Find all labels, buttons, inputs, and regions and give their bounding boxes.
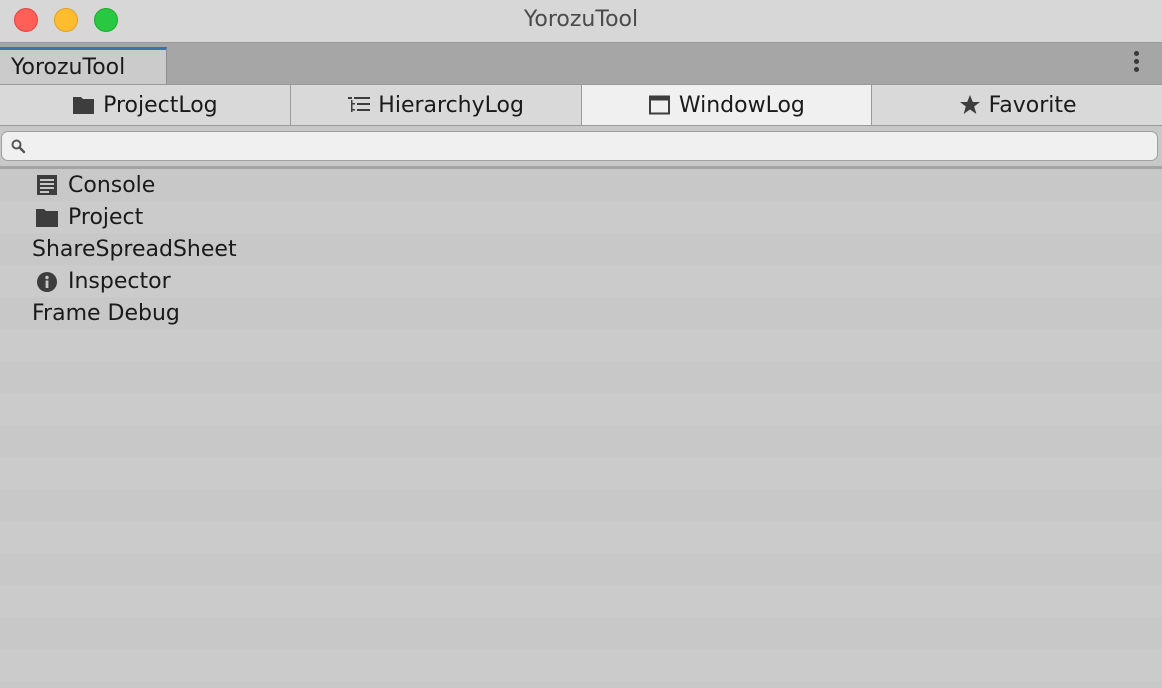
kebab-menu-icon[interactable] — [1134, 51, 1140, 75]
tab-hierarchylog[interactable]: HierarchyLog — [290, 85, 582, 125]
search-row — [0, 126, 1162, 166]
log-tab-bar: ProjectLog HierarchyLog WindowLog Favori… — [0, 84, 1162, 126]
window-log-list: Console Project ShareSpreadSheet Inspect… — [0, 169, 1162, 688]
tab-label: HierarchyLog — [378, 92, 524, 118]
list-item[interactable]: Inspector — [0, 265, 1162, 297]
tab-favorite[interactable]: Favorite — [872, 85, 1162, 125]
info-icon — [35, 269, 59, 293]
search-input[interactable] — [1, 131, 1158, 161]
dock-tab-strip: YorozuTool — [0, 42, 1162, 85]
list-item-label: ShareSpreadSheet — [32, 236, 237, 262]
hierarchy-list-icon — [347, 94, 371, 116]
title-bar: YorozuTool — [0, 0, 1162, 42]
dock-tab-yorozutool[interactable]: YorozuTool — [0, 47, 167, 85]
list-item-label: Console — [68, 172, 156, 198]
list-item-label: Project — [68, 204, 144, 230]
dock-tab-label: YorozuTool — [11, 55, 126, 80]
folder-icon — [72, 94, 96, 116]
console-icon — [35, 173, 59, 197]
list-item[interactable]: Frame Debug — [0, 297, 1162, 329]
tab-label: ProjectLog — [103, 92, 218, 118]
tab-windowlog[interactable]: WindowLog — [581, 85, 873, 125]
search-icon — [10, 138, 26, 154]
window-title: YorozuTool — [523, 7, 639, 32]
list-item[interactable]: ShareSpreadSheet — [0, 233, 1162, 265]
folder-icon — [35, 205, 59, 229]
list-item-label: Frame Debug — [32, 300, 180, 326]
tab-label: WindowLog — [678, 92, 805, 118]
list-item-label: Inspector — [68, 268, 171, 294]
editor-window: YorozuTool YorozuTool ProjectLog Hierarc… — [0, 0, 1162, 688]
list-item[interactable]: Console — [0, 169, 1162, 201]
star-icon — [958, 94, 982, 116]
list-item[interactable]: Project — [0, 201, 1162, 233]
tab-label: Favorite — [988, 92, 1077, 118]
tab-projectlog[interactable]: ProjectLog — [0, 85, 291, 125]
window-icon — [648, 94, 672, 116]
